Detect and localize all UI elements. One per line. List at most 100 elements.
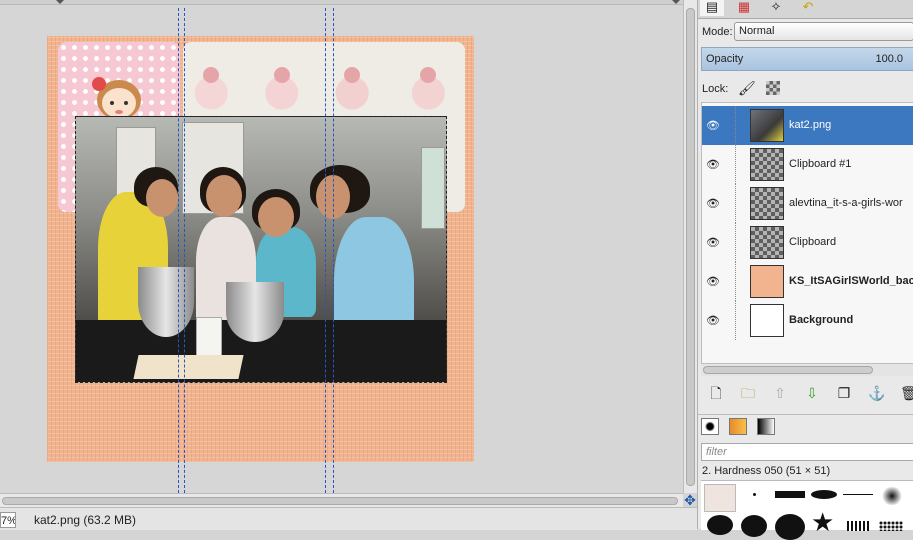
navigate-icon[interactable]: ✥ (683, 493, 697, 507)
chain-icon[interactable] (735, 106, 736, 145)
layers-icon[interactable]: ▤ (700, 0, 724, 16)
layer-name[interactable]: kat2.png (789, 119, 831, 131)
layers-list[interactable]: 👁 kat2.png 👁 Clipboard #1 👁 alevtina_it-… (701, 102, 913, 364)
brush-thumb[interactable] (811, 490, 837, 499)
chain-icon[interactable] (735, 145, 736, 184)
dock-tabs: ▤ ▦ ✧ ↶ (698, 0, 913, 19)
ruler-marker (672, 0, 680, 4)
layer-row[interactable]: 👁 KS_ItSAGirlSWorld_backg (702, 262, 913, 301)
eye-icon[interactable]: 👁 (706, 275, 720, 288)
undo-history-icon[interactable]: ↶ (796, 0, 820, 16)
eye-icon[interactable]: 👁 (706, 236, 720, 249)
poster (421, 147, 445, 229)
canvas-vertical-scrollbar[interactable] (683, 0, 697, 493)
brush-thumb[interactable] (775, 491, 805, 498)
eye-icon[interactable]: 👁 (706, 119, 720, 132)
gradients-tab-icon[interactable] (757, 418, 775, 435)
brush-thumb[interactable] (707, 515, 733, 535)
vertical-guide[interactable] (184, 8, 185, 493)
top-ruler[interactable] (0, 0, 683, 5)
chain-icon[interactable] (735, 223, 736, 262)
brush-thumb[interactable] (879, 521, 903, 531)
chain-icon[interactable] (735, 301, 736, 340)
new-group-icon[interactable]: 🗀 (740, 385, 756, 401)
face (146, 179, 178, 217)
face (206, 175, 242, 217)
paths-icon[interactable]: ✧ (764, 0, 788, 16)
mode-label: Mode: (702, 26, 733, 38)
ruler-marker (56, 0, 64, 4)
delete-layer-icon[interactable]: 🗑 (900, 385, 913, 401)
brush-thumb[interactable] (753, 493, 756, 496)
paper-towel (133, 355, 244, 379)
vertical-guide[interactable] (333, 8, 334, 493)
mode-select[interactable]: Normal (734, 22, 913, 41)
opacity-value: 100.0 (875, 53, 903, 65)
lock-label: Lock: (702, 83, 729, 95)
brush-grid[interactable]: ★ (701, 480, 913, 540)
scroll-thumb[interactable] (2, 497, 678, 505)
layer-name[interactable]: Clipboard #1 (789, 158, 851, 170)
opacity-label: Opacity (706, 53, 744, 65)
scroll-thumb[interactable] (686, 8, 695, 486)
brush-thumb[interactable] (843, 494, 873, 495)
image-info: kat2.png (63.2 MB) (34, 513, 137, 527)
lock-pixels-icon[interactable]: 🖌 (738, 80, 756, 97)
mixer-bowl (226, 282, 284, 342)
brush-thumb[interactable] (704, 484, 736, 512)
channels-icon[interactable]: ▦ (732, 0, 756, 16)
layer-thumbnail (750, 148, 784, 181)
zoom-field[interactable]: 7% (0, 512, 16, 528)
brush-thumb[interactable] (881, 487, 903, 505)
decor-dot (420, 67, 436, 83)
new-layer-icon[interactable]: 🗋 (708, 385, 724, 401)
patterns-tab-icon[interactable] (729, 418, 747, 435)
brush-name: 2. Hardness 050 (51 × 51) (702, 465, 831, 477)
canvas-horizontal-scrollbar[interactable] (0, 493, 683, 508)
lower-layer-icon[interactable]: ⇩ (804, 385, 820, 401)
image-canvas[interactable] (0, 0, 683, 493)
layer-name[interactable]: KS_ItSAGirlSWorld_backg (789, 275, 913, 287)
layer-thumbnail (750, 187, 784, 220)
layer-name[interactable]: Clipboard (789, 236, 836, 248)
star-brush-icon[interactable]: ★ (811, 509, 834, 535)
layer-row[interactable]: 👁 alevtina_it-s-a-girls-wor (702, 184, 913, 223)
chain-icon[interactable] (735, 184, 736, 223)
layer-row[interactable]: 👁 Clipboard (702, 223, 913, 262)
mixer-bowl (138, 267, 194, 337)
layer-thumbnail (750, 265, 784, 298)
layer-row[interactable]: 👁 Clipboard #1 (702, 145, 913, 184)
face (258, 197, 294, 237)
brush-tabs (698, 414, 913, 437)
layer-row[interactable]: 👁 kat2.png (702, 106, 913, 145)
kitchen-photo-layer[interactable] (75, 116, 447, 383)
layer-thumbnail (750, 304, 784, 337)
duplicate-layer-icon[interactable]: ❐ (836, 385, 852, 401)
status-bar: 7% kat2.png (63.2 MB) (0, 507, 697, 530)
scroll-thumb[interactable] (703, 366, 873, 374)
vertical-guide[interactable] (325, 8, 326, 493)
decor-dot (203, 67, 219, 83)
vertical-guide[interactable] (178, 8, 179, 493)
layer-thumbnail (750, 226, 784, 259)
layer-thumbnail (750, 109, 784, 142)
layer-name[interactable]: Background (789, 314, 853, 326)
raise-layer-icon[interactable]: ⇧ (772, 385, 788, 401)
brush-filter-input[interactable]: filter (701, 443, 913, 461)
brush-thumb[interactable] (741, 515, 767, 537)
layers-horizontal-scrollbar[interactable] (701, 364, 913, 376)
eye-icon[interactable]: 👁 (706, 314, 720, 327)
brush-thumb[interactable] (847, 521, 869, 531)
layer-toolbar: 🗋 🗀 ⇧ ⇩ ❐ ⚓ 🗑 (698, 380, 913, 406)
layers-dock: ▤ ▦ ✧ ↶ Mode: Normal Opacity 100.0 Lock:… (697, 0, 913, 540)
layer-row[interactable]: 👁 Background (702, 301, 913, 340)
lock-alpha-icon[interactable] (766, 81, 780, 95)
anchor-icon[interactable]: ⚓ (868, 385, 885, 401)
eye-icon[interactable]: 👁 (706, 158, 720, 171)
eye-icon[interactable]: 👁 (706, 197, 720, 210)
chain-icon[interactable] (735, 262, 736, 301)
brush-thumb[interactable] (775, 514, 805, 540)
layer-name[interactable]: alevtina_it-s-a-girls-wor (789, 197, 903, 209)
opacity-slider[interactable]: Opacity 100.0 (701, 47, 913, 71)
brushes-tab-icon[interactable] (701, 418, 719, 435)
